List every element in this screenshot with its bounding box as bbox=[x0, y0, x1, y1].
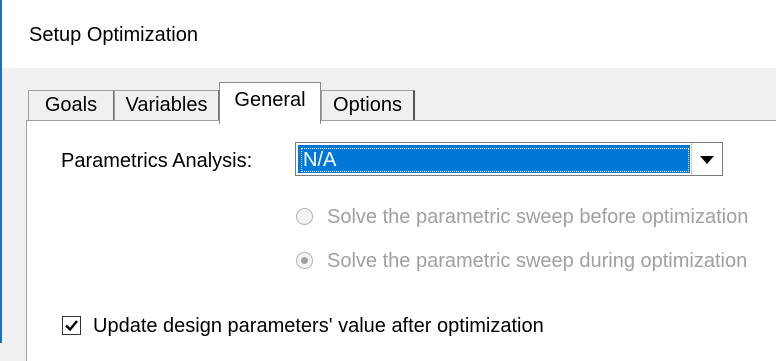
tab-goals[interactable]: Goals bbox=[28, 90, 114, 120]
title-bar: Setup Optimization bbox=[0, 0, 776, 68]
radio-button-icon bbox=[296, 208, 313, 225]
update-design-parameters-checkbox[interactable]: Update design parameters' value after op… bbox=[62, 315, 544, 338]
radio-solve-during[interactable]: Solve the parametric sweep during optimi… bbox=[296, 250, 747, 273]
checkbox-box[interactable] bbox=[62, 316, 81, 335]
radio-button-checked-icon bbox=[296, 252, 313, 269]
focus-rectangle bbox=[301, 148, 689, 172]
dropdown-selection: N/A bbox=[298, 145, 690, 173]
radio-solve-during-label: Solve the parametric sweep during optimi… bbox=[327, 250, 748, 272]
radio-solve-before[interactable]: Solve the parametric sweep before optimi… bbox=[296, 206, 748, 229]
radio-solve-before-label: Solve the parametric sweep before optimi… bbox=[327, 206, 749, 228]
parametrics-analysis-label: Parametrics Analysis: bbox=[61, 150, 253, 172]
dropdown-button[interactable] bbox=[691, 143, 722, 175]
check-icon bbox=[65, 320, 78, 332]
tab-variables[interactable]: Variables bbox=[114, 90, 219, 120]
tab-general[interactable]: General bbox=[219, 82, 321, 124]
update-design-parameters-label: Update design parameters' value after op… bbox=[93, 315, 544, 337]
parametrics-analysis-value: N/A bbox=[303, 149, 337, 171]
parametrics-analysis-dropdown[interactable]: N/A bbox=[295, 142, 723, 176]
tab-options[interactable]: Options bbox=[321, 90, 415, 120]
chevron-down-icon bbox=[700, 156, 714, 164]
radio-dot-icon bbox=[301, 257, 308, 264]
window-title: Setup Optimization bbox=[29, 24, 198, 46]
